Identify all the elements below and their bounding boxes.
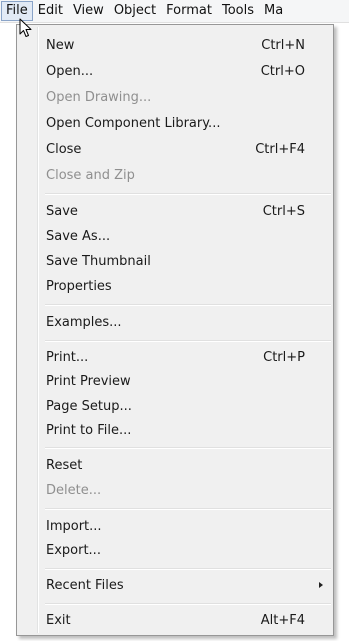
menu-item-open[interactable]: Open... Ctrl+O xyxy=(19,60,331,82)
menu-item-shortcut: Alt+F4 xyxy=(260,612,305,628)
menu-item-shortcut: Ctrl+P xyxy=(263,349,305,365)
menu-item-open-component-library[interactable]: Open Component Library... xyxy=(19,112,331,134)
menu-item-close-and-zip: Close and Zip xyxy=(19,164,331,186)
menu-item-label: Open Drawing... xyxy=(46,89,152,105)
menu-item-delete: Delete... xyxy=(19,479,331,501)
menu-separator xyxy=(45,568,331,570)
menu-item-properties[interactable]: Properties xyxy=(19,275,331,297)
menu-item-label: Recent Files xyxy=(46,577,124,593)
menu-item-label: Properties xyxy=(46,278,112,294)
file-dropdown-menu: New Ctrl+N Open... Ctrl+O Open Drawing..… xyxy=(16,24,334,636)
menu-separator xyxy=(45,193,331,195)
menu-item-label: Print... xyxy=(46,349,89,365)
menu-item-save-thumbnail[interactable]: Save Thumbnail xyxy=(19,250,331,272)
menu-item-export[interactable]: Export... xyxy=(19,539,331,561)
mouse-pointer-icon xyxy=(19,18,32,37)
menu-tools[interactable]: Tools xyxy=(217,1,259,21)
menu-item-new[interactable]: New Ctrl+N xyxy=(19,34,331,56)
menu-item-shortcut: Ctrl+F4 xyxy=(255,141,305,157)
menu-item-label: Exit xyxy=(46,612,71,628)
menu-format[interactable]: Format xyxy=(161,1,217,21)
menu-item-shortcut: Ctrl+S xyxy=(262,203,305,219)
menu-item-label: Open Component Library... xyxy=(46,115,221,131)
menu-item-close[interactable]: Close Ctrl+F4 xyxy=(19,138,331,160)
menu-item-print-preview[interactable]: Print Preview xyxy=(19,370,331,392)
menu-item-label: Import... xyxy=(46,518,102,534)
menu-item-label: Delete... xyxy=(46,482,102,498)
menu-item-label: Reset xyxy=(46,457,83,473)
menu-edit[interactable]: Edit xyxy=(33,1,68,21)
menu-item-print[interactable]: Print... Ctrl+P xyxy=(19,346,331,368)
menu-separator xyxy=(45,304,331,306)
menu-truncated[interactable]: Ma xyxy=(259,1,288,21)
menu-item-examples[interactable]: Examples... xyxy=(19,311,331,333)
menu-item-label: New xyxy=(46,37,75,53)
menu-item-label: Save As... xyxy=(46,228,111,244)
menu-item-save-as[interactable]: Save As... xyxy=(19,225,331,247)
menu-item-recent-files[interactable]: Recent Files xyxy=(19,574,331,596)
menu-item-label: Save xyxy=(46,203,78,219)
menu-item-open-drawing: Open Drawing... xyxy=(19,86,331,108)
menu-separator xyxy=(45,340,331,342)
menu-item-label: Page Setup... xyxy=(46,398,132,414)
menu-separator xyxy=(45,508,331,510)
menu-item-page-setup[interactable]: Page Setup... xyxy=(19,395,331,417)
menu-item-label: Close and Zip xyxy=(46,167,135,183)
menu-item-import[interactable]: Import... xyxy=(19,515,331,537)
submenu-arrow-icon xyxy=(319,582,323,588)
menu-item-print-to-file[interactable]: Print to File... xyxy=(19,419,331,441)
menu-item-save[interactable]: Save Ctrl+S xyxy=(19,200,331,222)
menu-separator xyxy=(45,447,331,449)
menu-item-label: Examples... xyxy=(46,314,122,330)
menu-object[interactable]: Object xyxy=(109,1,161,21)
menu-item-label: Export... xyxy=(46,542,101,558)
menu-separator xyxy=(45,603,331,605)
menu-item-label: Save Thumbnail xyxy=(46,253,151,269)
menu-item-label: Print Preview xyxy=(46,373,131,389)
menu-item-label: Close xyxy=(46,141,82,157)
menu-item-reset[interactable]: Reset xyxy=(19,454,331,476)
menu-item-label: Open... xyxy=(46,63,94,79)
menu-item-exit[interactable]: Exit Alt+F4 xyxy=(19,609,331,631)
menu-bar: File Edit View Object Format Tools Ma xyxy=(0,0,349,23)
menu-item-shortcut: Ctrl+O xyxy=(260,63,305,79)
menu-view[interactable]: View xyxy=(68,1,109,21)
menu-item-shortcut: Ctrl+N xyxy=(261,37,305,53)
menu-item-label: Print to File... xyxy=(46,422,132,438)
